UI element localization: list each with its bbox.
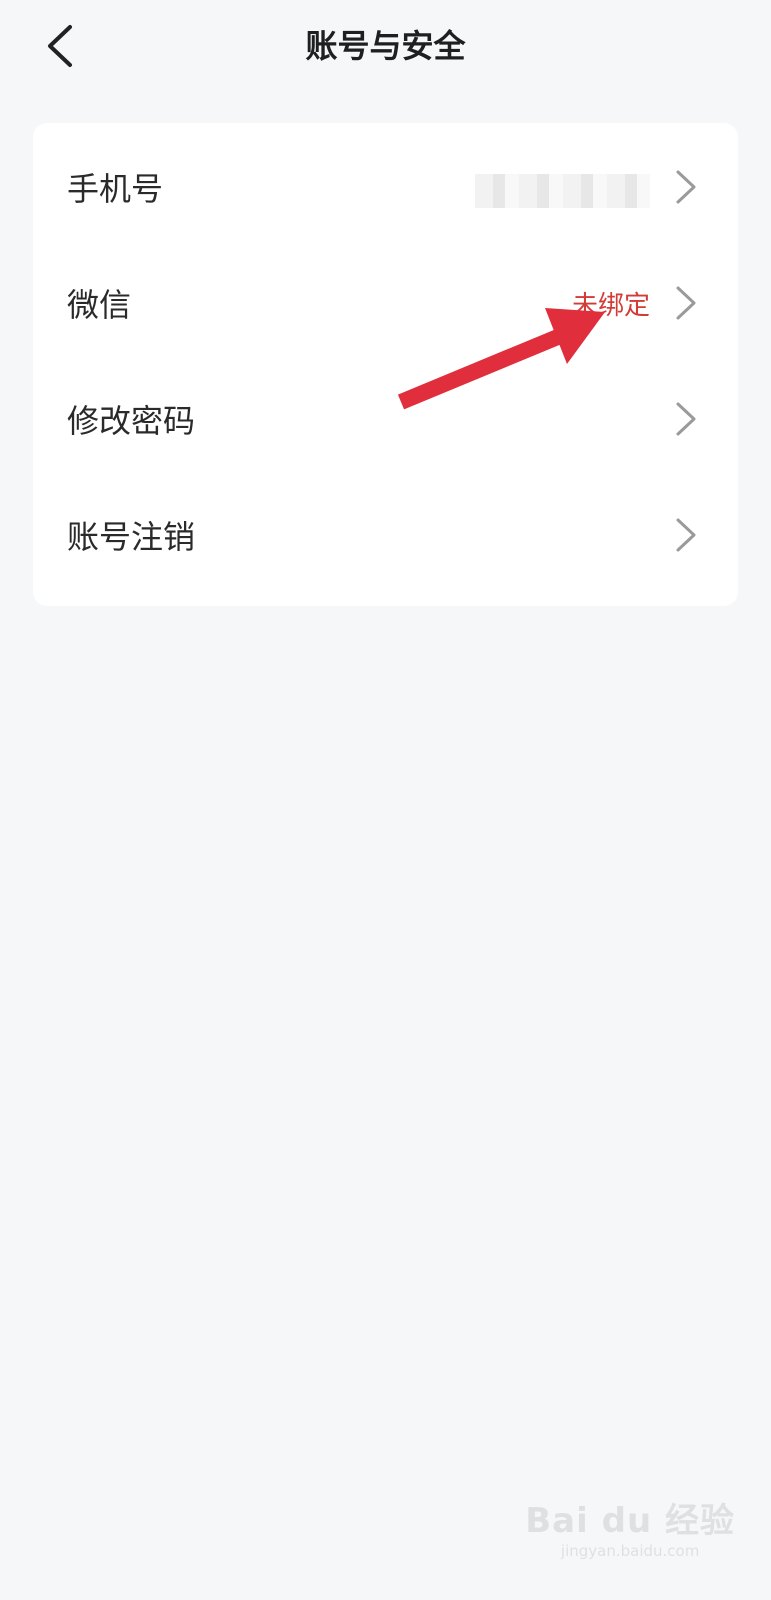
row-change-password[interactable]: 修改密码: [33, 361, 738, 477]
row-label: 修改密码: [67, 402, 196, 440]
row-label: 手机号: [67, 170, 164, 208]
masked-phone-number: [475, 174, 650, 208]
baidu-jingyan-watermark: Bai du 经验 jingyan.baidu.com: [525, 1493, 735, 1560]
settings-card: 手机号 微信 未绑定 修改密码 账号注销: [33, 123, 738, 606]
page-title: 账号与安全: [305, 27, 466, 65]
row-label: 微信: [67, 286, 132, 324]
chevron-right-icon: [676, 518, 696, 552]
chevron-right-icon: [676, 170, 696, 204]
watermark-site: jingyan.baidu.com: [560, 1542, 700, 1560]
row-label: 账号注销: [67, 518, 196, 556]
row-phone[interactable]: 手机号: [33, 129, 738, 245]
row-wechat[interactable]: 微信 未绑定: [33, 245, 738, 361]
chevron-right-icon: [676, 402, 696, 436]
wechat-status-value: 未绑定: [571, 290, 650, 321]
top-bar: 账号与安全: [0, 0, 771, 92]
row-cancel-account[interactable]: 账号注销: [33, 477, 738, 593]
watermark-brand: Bai du 经验: [525, 1501, 735, 1541]
chevron-right-icon: [676, 286, 696, 320]
